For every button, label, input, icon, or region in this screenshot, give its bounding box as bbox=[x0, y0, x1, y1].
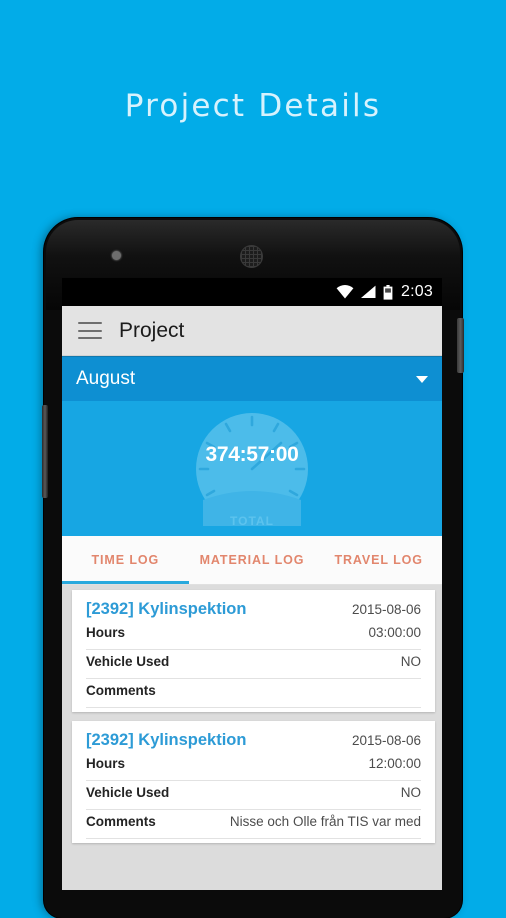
row-value: 12:00:00 bbox=[368, 756, 421, 771]
row-value: NO bbox=[400, 654, 421, 669]
row-label: Hours bbox=[86, 625, 126, 640]
row-value: NO bbox=[400, 785, 421, 800]
row-label: Vehicle Used bbox=[86, 785, 170, 800]
volume-button[interactable] bbox=[42, 405, 48, 498]
log-card-row-vehicle: Vehicle Used NO bbox=[86, 650, 421, 679]
list-item[interactable]: [2392] Kylinspektion 2015-08-06 Hours 03… bbox=[72, 590, 435, 712]
month-dropdown-value: August bbox=[76, 368, 136, 389]
clock-gauge-icon bbox=[195, 412, 309, 526]
log-card-row-comments: Comments bbox=[86, 679, 421, 708]
battery-icon bbox=[383, 284, 393, 300]
log-card-date: 2015-08-06 bbox=[351, 602, 421, 617]
power-button[interactable] bbox=[457, 318, 464, 373]
row-label: Vehicle Used bbox=[86, 654, 170, 669]
tab-travel-log[interactable]: TRAVEL LOG bbox=[315, 553, 442, 567]
chevron-down-icon bbox=[416, 375, 428, 383]
total-hours-caption: TOTAL bbox=[230, 514, 274, 528]
tab-time-log[interactable]: TIME LOG bbox=[62, 553, 189, 567]
list-item[interactable]: [2392] Kylinspektion 2015-08-06 Hours 12… bbox=[72, 721, 435, 843]
active-tab-indicator bbox=[62, 581, 189, 584]
app-bar-title: Project bbox=[119, 318, 185, 342]
log-card-title: [2392] Kylinspektion bbox=[86, 731, 247, 749]
log-card-header: [2392] Kylinspektion 2015-08-06 bbox=[86, 600, 421, 621]
earpiece-speaker-icon bbox=[240, 245, 263, 268]
status-bar-clock: 2:03 bbox=[401, 283, 433, 300]
signal-icon bbox=[361, 285, 376, 298]
month-dropdown[interactable]: August bbox=[62, 356, 442, 401]
log-card-title: [2392] Kylinspektion bbox=[86, 600, 247, 618]
app-bar: Project bbox=[62, 306, 442, 356]
log-card-row-hours: Hours 12:00:00 bbox=[86, 752, 421, 781]
log-card-row-vehicle: Vehicle Used NO bbox=[86, 781, 421, 810]
total-hours-value: 374:57:00 bbox=[205, 443, 299, 466]
row-label: Comments bbox=[86, 683, 156, 698]
row-value: Nisse och Olle från TIS var med bbox=[229, 814, 421, 829]
tab-material-log[interactable]: MATERIAL LOG bbox=[189, 553, 316, 567]
front-camera-icon bbox=[112, 251, 121, 260]
row-value: 03:00:00 bbox=[368, 625, 421, 640]
page-title: Project Details bbox=[124, 88, 382, 124]
phone-screen: 2:03 Project August 374:57:00 TOTAL TIME… bbox=[62, 278, 442, 890]
log-card-row-comments: Comments Nisse och Olle från TIS var med bbox=[86, 810, 421, 839]
tab-bar: TIME LOG MATERIAL LOG TRAVEL LOG bbox=[62, 536, 442, 585]
row-label: Hours bbox=[86, 756, 126, 771]
total-hours-panel: 374:57:00 TOTAL bbox=[62, 401, 442, 536]
hamburger-menu-icon[interactable] bbox=[78, 322, 102, 339]
row-label: Comments bbox=[86, 814, 156, 829]
status-bar: 2:03 bbox=[62, 278, 442, 306]
time-log-list[interactable]: [2392] Kylinspektion 2015-08-06 Hours 03… bbox=[62, 585, 442, 890]
log-card-header: [2392] Kylinspektion 2015-08-06 bbox=[86, 731, 421, 752]
wifi-icon bbox=[336, 285, 354, 299]
log-card-row-hours: Hours 03:00:00 bbox=[86, 621, 421, 650]
log-card-date: 2015-08-06 bbox=[351, 733, 421, 748]
